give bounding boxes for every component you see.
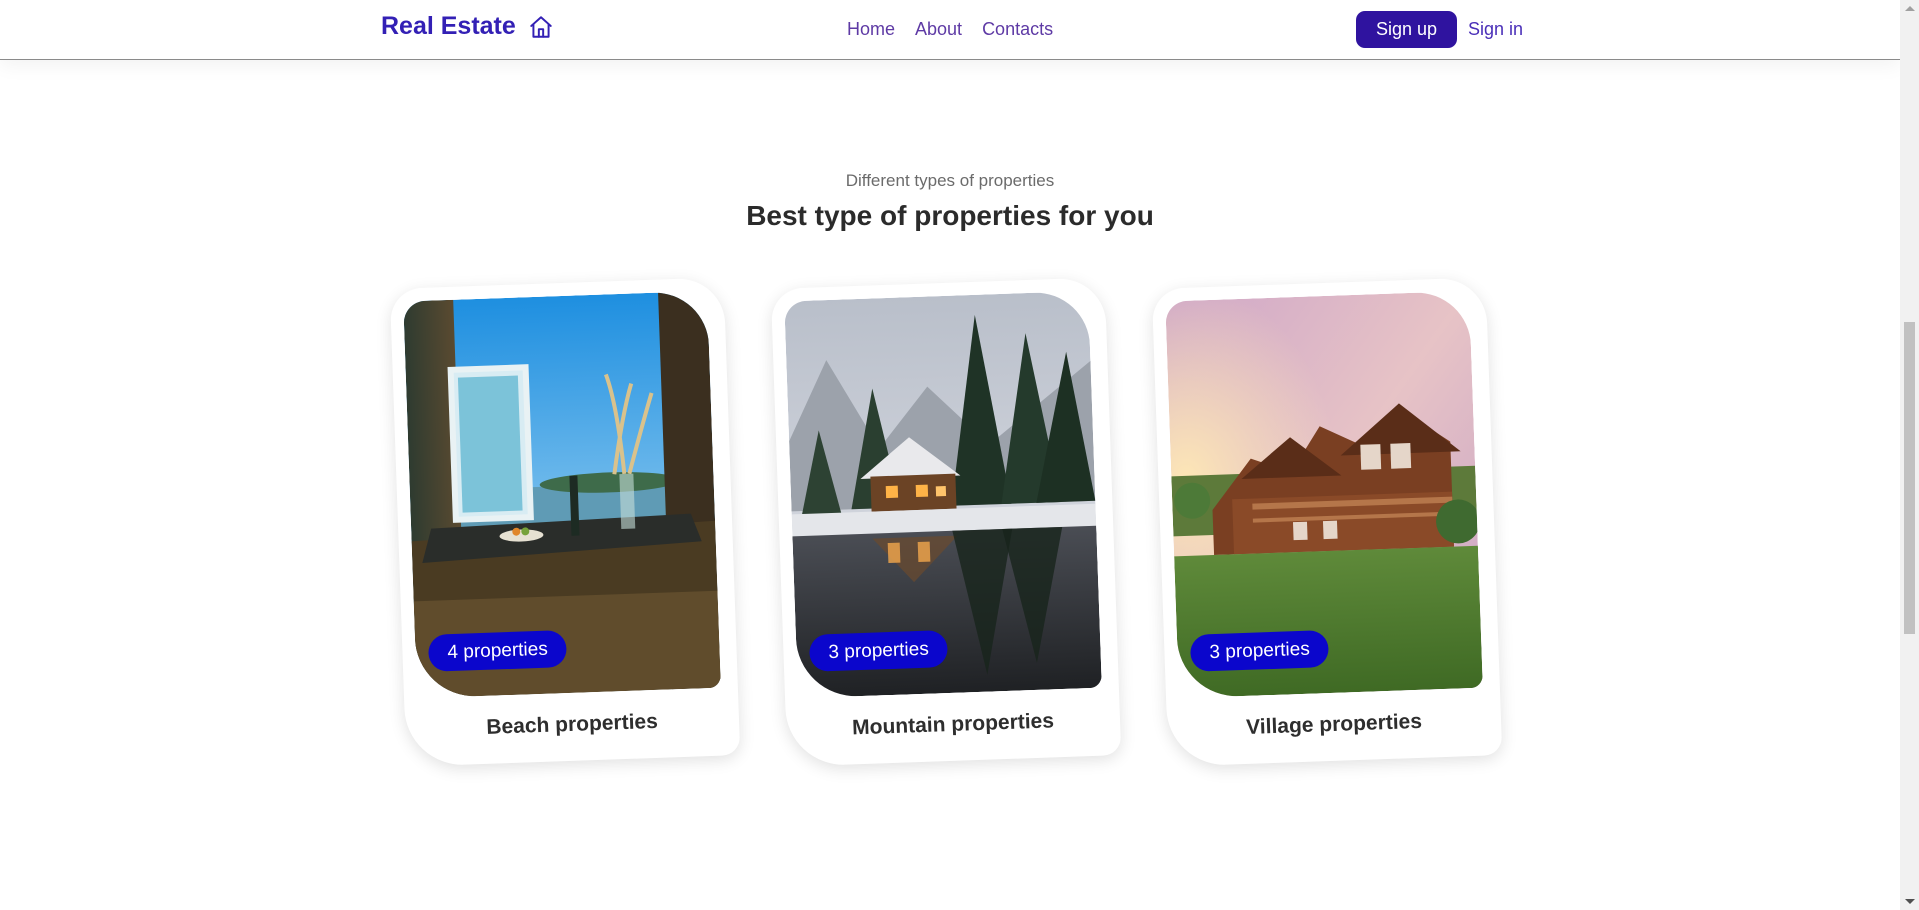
section-kicker: Different types of properties <box>845 171 1055 190</box>
scroll-down-icon[interactable] <box>1905 899 1915 904</box>
scroll-up-icon[interactable] <box>1905 6 1915 11</box>
property-card-beach[interactable]: 4 properties Beach properties <box>389 277 741 767</box>
property-card-mountain[interactable]: 3 properties Mountain properties <box>770 277 1122 767</box>
house-icon <box>530 15 552 38</box>
nav-link-home[interactable]: Home <box>847 19 895 40</box>
page-scrollbar[interactable] <box>1900 0 1919 910</box>
property-count-badge: 3 properties <box>1189 630 1330 672</box>
nav-link-contacts[interactable]: Contacts <box>982 19 1053 40</box>
brand-name: Real Estate <box>381 12 516 40</box>
scrollbar-thumb[interactable] <box>1904 322 1915 634</box>
main-nav: Home About Contacts <box>847 19 1053 40</box>
property-count-badge: 3 properties <box>808 630 949 672</box>
section-heading: Best type of properties for you <box>746 200 1154 231</box>
navbar: Real Estate Home About Contacts Sign up … <box>0 0 1900 60</box>
brand-logo[interactable]: Real Estate <box>381 12 554 41</box>
property-count-badge: 4 properties <box>427 630 568 672</box>
signin-link[interactable]: Sign in <box>1468 19 1523 40</box>
card-title: Village properties <box>1245 709 1423 739</box>
signup-button[interactable]: Sign up <box>1356 11 1457 48</box>
card-title: Mountain properties <box>851 709 1055 740</box>
card-title: Beach properties <box>485 709 659 739</box>
property-card-village[interactable]: 3 properties Village properties <box>1151 277 1503 767</box>
nav-link-about[interactable]: About <box>915 19 962 40</box>
